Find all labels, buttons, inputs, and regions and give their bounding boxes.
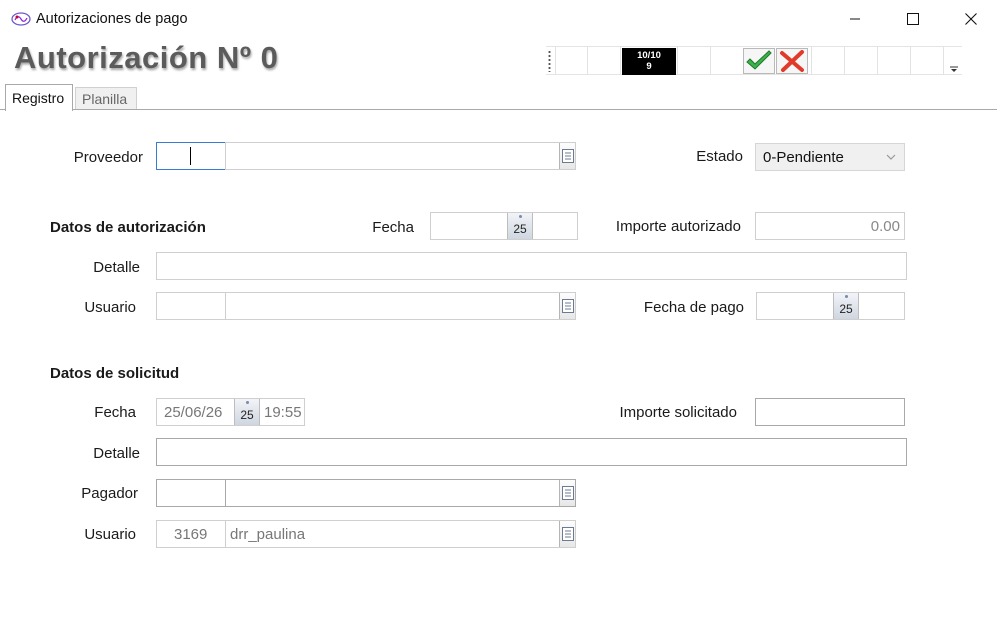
solicitud-fecha-date: 25/06/26 <box>164 404 223 421</box>
record-counter-current: 9 <box>646 61 652 72</box>
maximize-icon <box>907 13 919 25</box>
record-counter-position: 10/10 <box>637 50 661 61</box>
autorizacion-fecha-label: Fecha <box>372 219 414 236</box>
importe-solicitado-input[interactable] <box>755 398 905 426</box>
toolbar-overflow-button[interactable] <box>946 47 962 75</box>
maximize-button[interactable] <box>884 0 942 38</box>
text-caret <box>190 147 191 165</box>
calendar-icon[interactable]: 25 <box>234 399 260 425</box>
tab-registro[interactable]: Registro <box>5 84 73 111</box>
chevron-down-icon <box>950 66 958 72</box>
toolbar-separator <box>844 47 845 75</box>
toolbar-separator <box>710 47 711 75</box>
toolbar-separator <box>811 47 812 75</box>
autorizacion-usuario-label: Usuario <box>84 299 136 316</box>
autorizacion-usuario-code-input[interactable] <box>156 292 226 320</box>
cancel-button[interactable] <box>776 48 808 74</box>
close-button[interactable] <box>942 0 997 38</box>
estado-label: Estado <box>696 148 743 165</box>
estado-select[interactable]: 0-Pendiente <box>755 143 905 171</box>
importe-autorizado-label: Importe autorizado <box>615 218 741 235</box>
window-title: Autorizaciones de pago <box>36 11 188 27</box>
importe-solicitado-label: Importe solicitado <box>619 404 737 421</box>
accept-button[interactable] <box>743 48 775 74</box>
pagador-lookup-button[interactable] <box>559 480 575 506</box>
solicitud-fecha-time: 19:55 <box>264 404 302 421</box>
toolbar-grip-handle[interactable] <box>548 50 551 72</box>
page-title: Autorización Nº 0 <box>14 40 279 75</box>
pagador-label: Pagador <box>81 485 138 502</box>
solicitud-usuario-label: Usuario <box>84 526 136 543</box>
solicitud-detalle-label: Detalle <box>93 445 140 462</box>
toolbar-separator <box>677 47 678 75</box>
fecha-pago-input[interactable]: 25 <box>756 292 905 320</box>
cancel-x-icon <box>780 50 804 72</box>
estado-value: 0-Pendiente <box>763 149 844 166</box>
pagador-name-input[interactable] <box>225 479 576 507</box>
title-bar[interactable]: Autorizaciones de pago <box>0 0 997 38</box>
solicitud-detalle-input[interactable] <box>156 438 907 466</box>
toolbar-separator <box>587 47 588 75</box>
importe-autorizado-input[interactable]: 0.00 <box>755 212 905 240</box>
pagador-code-input[interactable] <box>156 479 226 507</box>
proveedor-name-input[interactable] <box>225 142 576 170</box>
toolbar-separator <box>877 47 878 75</box>
tab-strip-line <box>0 109 997 110</box>
toolbar-separator <box>620 47 621 75</box>
checkmark-icon <box>746 50 772 70</box>
record-counter: 10/10 9 <box>622 48 676 75</box>
solicitud-usuario-code-input[interactable]: 3169 <box>156 520 226 548</box>
estado-dropdown-button[interactable] <box>878 144 904 170</box>
chevron-down-icon <box>886 154 896 160</box>
list-lookup-icon <box>561 299 574 313</box>
list-lookup-icon <box>561 149 574 163</box>
autorizacion-usuario-lookup-button[interactable] <box>559 293 575 319</box>
solicitud-fecha-input[interactable]: 25/06/26 25 19:55 <box>156 398 305 426</box>
section-datos-solicitud: Datos de solicitud <box>50 365 180 382</box>
fecha-pago-label: Fecha de pago <box>643 299 744 316</box>
list-lookup-icon <box>561 527 574 541</box>
solicitud-usuario-lookup-button[interactable] <box>559 521 575 547</box>
autorizacion-detalle-input[interactable] <box>156 252 907 280</box>
autorizacion-fecha-input[interactable]: 25 <box>430 212 578 240</box>
proveedor-label: Proveedor <box>73 149 143 166</box>
solicitud-usuario-code-value: 3169 <box>174 526 208 543</box>
proveedor-lookup-button[interactable] <box>559 143 575 169</box>
calendar-icon[interactable]: 25 <box>507 213 533 239</box>
close-icon <box>965 13 977 25</box>
minimize-button[interactable] <box>826 0 884 38</box>
list-lookup-icon <box>561 486 574 500</box>
importe-autorizado-value: 0.00 <box>870 218 900 235</box>
solicitud-usuario-name-value: drr_paulina <box>230 526 306 543</box>
solicitud-usuario-name-input[interactable]: drr_paulina <box>225 520 576 548</box>
solicitud-fecha-label: Fecha <box>94 404 136 421</box>
minimize-icon <box>850 18 860 20</box>
calendar-icon[interactable]: 25 <box>833 293 859 319</box>
toolbar-separator <box>943 47 944 75</box>
app-icon <box>10 10 32 28</box>
toolbar-separator <box>555 47 556 75</box>
autorizacion-detalle-label: Detalle <box>93 259 140 276</box>
toolbar-separator <box>910 47 911 75</box>
autorizacion-usuario-name-input[interactable] <box>225 292 576 320</box>
toolbar: 10/10 9 <box>546 46 962 75</box>
proveedor-code-input[interactable] <box>156 142 226 170</box>
section-datos-autorizacion: Datos de autorización <box>50 219 206 236</box>
tab-planilla[interactable]: Planilla <box>75 87 137 109</box>
